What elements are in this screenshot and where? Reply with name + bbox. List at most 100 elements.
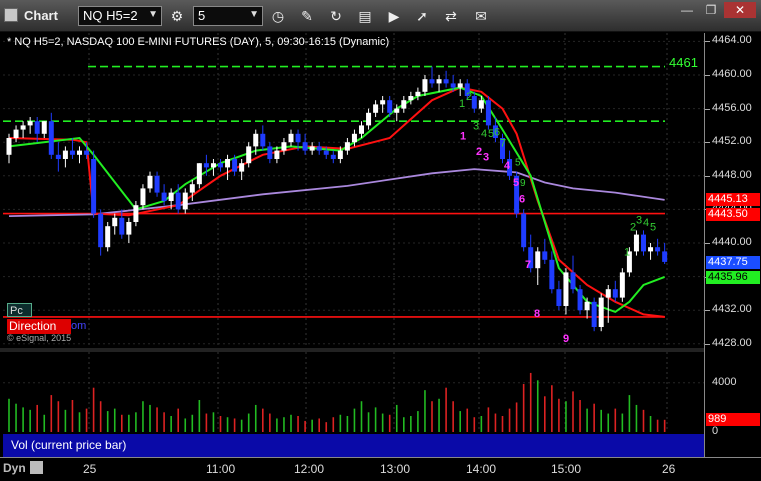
td-label-green: 4 — [481, 128, 487, 140]
time-label: 15:00 — [551, 462, 582, 476]
candle-body — [598, 297, 604, 327]
candle-body — [415, 91, 421, 96]
time-axis[interactable]: Dyn 25 11:00 12:00 13:00 14:00 15:00 26 — [0, 457, 761, 481]
candle-body — [218, 163, 223, 168]
refresh-icon[interactable]: ↻ — [326, 6, 346, 26]
dyn-toggle-icon[interactable] — [30, 461, 43, 474]
study-icon[interactable]: ▤ — [355, 6, 375, 26]
candle-body — [380, 100, 386, 105]
play-icon[interactable]: ▶ — [384, 6, 404, 26]
candle-body — [422, 79, 428, 92]
candle-body — [605, 289, 611, 298]
candle-body — [323, 150, 329, 155]
td-label-green: 5 — [650, 221, 656, 233]
candle-body — [168, 192, 174, 201]
chevron-down-icon[interactable]: ▼ — [148, 9, 158, 20]
symbol-combo[interactable]: NQ H5=2 ▼ — [78, 6, 162, 26]
volume-box: 989 — [706, 412, 760, 426]
candle-body — [394, 108, 400, 113]
candle-body — [302, 142, 308, 151]
td-label-magenta: 8 — [534, 308, 540, 320]
cursor-icon[interactable]: ➚ — [412, 6, 432, 26]
candle-body — [126, 222, 132, 235]
window-title: Chart — [24, 8, 58, 23]
candle-body — [140, 188, 146, 206]
candle-body — [203, 163, 209, 168]
candle-body — [330, 154, 336, 159]
candle-body — [133, 205, 139, 222]
settings-gear-icon[interactable]: ⚙ — [167, 6, 187, 26]
candle-body — [295, 133, 301, 143]
candle-body — [478, 100, 484, 109]
minimize-button[interactable]: — — [676, 2, 698, 18]
axis-label: 4440.00 — [712, 236, 752, 248]
price-box: 4445.13 — [706, 192, 760, 206]
dyn-label[interactable]: Dyn — [3, 461, 26, 475]
close-button[interactable]: ✕ — [724, 2, 756, 18]
candle-body — [210, 163, 216, 168]
candle-body — [655, 247, 661, 252]
candle-body — [274, 150, 280, 159]
td-label-green: 2 — [466, 91, 472, 103]
restore-button[interactable]: ❐ — [700, 2, 722, 18]
candle-body — [119, 217, 125, 235]
time-icon[interactable]: ◷ — [268, 6, 288, 26]
td-label-magenta: 1 — [460, 131, 466, 143]
link-icon[interactable]: ⇄ — [441, 6, 461, 26]
candle-body — [309, 146, 315, 151]
candle-body — [34, 121, 40, 134]
candle-body — [175, 192, 181, 210]
candle-body — [485, 100, 491, 126]
candle-body — [373, 104, 379, 113]
candle-body — [366, 112, 372, 126]
volume-pane[interactable] — [3, 352, 704, 432]
time-label: 14:00 — [466, 462, 497, 476]
candle-body — [337, 150, 343, 159]
candle-body — [591, 301, 597, 327]
candle-body — [189, 184, 195, 193]
candle-body — [584, 301, 590, 311]
candle-body — [69, 150, 75, 155]
direction-ext: om — [71, 320, 87, 332]
axis-tick — [705, 41, 710, 43]
price-axis[interactable]: 4464.004460.004456.004452.004448.004444.… — [704, 33, 761, 457]
interval-combo[interactable]: 5 ▼ — [193, 6, 263, 26]
time-label: 13:00 — [380, 462, 411, 476]
candle-body — [182, 192, 188, 210]
volume-study-bar[interactable]: Vol (current price bar) — [3, 434, 704, 457]
direction-button[interactable]: Direction om — [7, 319, 86, 334]
price-box: 4435.96 — [706, 270, 760, 284]
candle-body — [556, 289, 562, 306]
comment-icon[interactable]: ✉ — [471, 6, 491, 26]
draw-pencil-icon[interactable]: ✎ — [297, 6, 317, 26]
candle-body — [471, 96, 477, 109]
axis-tick — [705, 75, 710, 76]
candle-body — [13, 129, 19, 138]
candle-body — [570, 272, 576, 290]
candle-body — [662, 251, 668, 262]
td-label-green: 7 — [500, 137, 506, 149]
candle-body — [359, 125, 364, 134]
candle-body — [154, 175, 160, 193]
candle-body — [6, 138, 12, 155]
td-label-green: 5 — [515, 158, 521, 169]
candle-body — [161, 192, 167, 201]
candle-body — [619, 272, 625, 298]
symbol-value: NQ H5=2 — [83, 8, 138, 23]
candle-body — [521, 213, 527, 248]
candle-body — [196, 163, 202, 185]
axis-tick — [705, 243, 710, 244]
price-pane[interactable]: 12345678912345671234559 * NQ H5=2, NASDA… — [3, 33, 704, 348]
axis-label: 4432.00 — [712, 303, 752, 316]
candle-body — [408, 96, 414, 101]
td-label-magenta: 6 — [519, 194, 525, 206]
chevron-down-icon[interactable]: ▼ — [249, 9, 259, 20]
window-titlebar: Chart NQ H5=2 ▼ ⚙ 5 ▼ ◷ ✎ ↻ ▤ ▶ ➚ ⇄ ✉ — … — [0, 0, 761, 32]
interval-value: 5 — [198, 8, 206, 23]
pc-button[interactable]: Pc — [7, 303, 32, 317]
time-label: 26 — [662, 462, 676, 476]
price-chart[interactable]: 12 34567891234 5 67123 4 559 — [3, 33, 704, 348]
volume-chart[interactable] — [3, 352, 704, 432]
time-label: 25 — [83, 462, 97, 476]
candle-body — [344, 142, 350, 151]
